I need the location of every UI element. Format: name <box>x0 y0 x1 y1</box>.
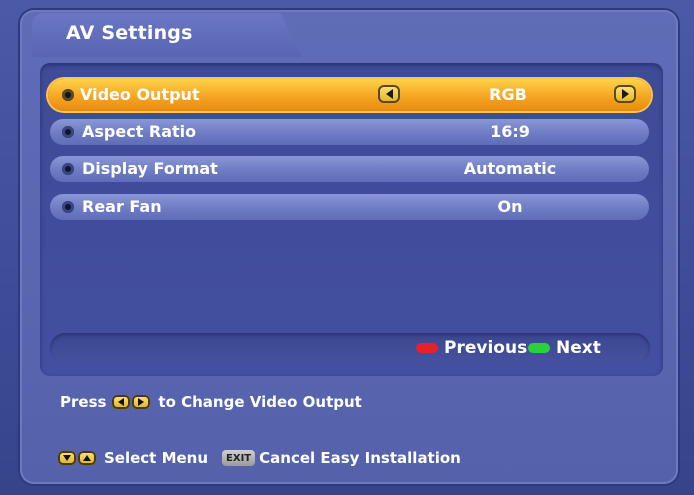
right-arrow-icon <box>132 395 151 409</box>
circle-bullet-icon <box>62 201 74 213</box>
hint-press-label: Press <box>60 393 107 411</box>
down-arrow-icon <box>58 451 76 465</box>
menu-row-display-format[interactable]: Display Format Automatic <box>50 156 649 182</box>
next-button[interactable]: Next <box>528 338 601 358</box>
row-label: Aspect Ratio <box>82 122 197 141</box>
select-menu-label: Select Menu <box>104 449 209 467</box>
circle-bullet-icon <box>62 126 74 138</box>
left-arrow-icon <box>112 395 131 409</box>
menu-row-aspect-ratio[interactable]: Aspect Ratio 16:9 <box>50 119 649 145</box>
circle-bullet-icon <box>62 163 74 175</box>
right-arrow-icon[interactable] <box>614 85 636 103</box>
red-key-icon <box>416 343 438 353</box>
row-label: Video Output <box>80 85 200 104</box>
page-title: AV Settings <box>66 22 193 44</box>
exit-key-icon[interactable]: EXIT <box>222 450 256 466</box>
row-label: Display Format <box>82 159 218 178</box>
left-arrow-icon[interactable] <box>378 85 400 103</box>
menu-row-rear-fan[interactable]: Rear Fan On <box>50 194 649 220</box>
menu-row-video-output[interactable]: Video Output RGB <box>48 79 651 111</box>
footer-bar: Select Menu EXIT Cancel Easy Installatio… <box>58 449 461 467</box>
up-arrow-icon <box>78 451 96 465</box>
hint-line: Press to Change Video Output <box>60 393 362 411</box>
row-value: 16:9 <box>490 122 530 141</box>
navigation-bar: Previous Next <box>50 333 650 363</box>
green-key-icon <box>528 343 550 353</box>
cancel-label: Cancel Easy Installation <box>259 449 461 467</box>
row-label: Rear Fan <box>82 197 162 216</box>
row-value: RGB <box>489 85 527 104</box>
row-value: Automatic <box>463 159 557 178</box>
hint-action-label: to Change Video Output <box>158 393 362 411</box>
previous-button[interactable]: Previous <box>416 338 527 358</box>
next-label: Next <box>556 338 601 358</box>
previous-label: Previous <box>444 338 528 358</box>
circle-bullet-icon <box>62 89 74 101</box>
row-value: On <box>497 197 523 216</box>
